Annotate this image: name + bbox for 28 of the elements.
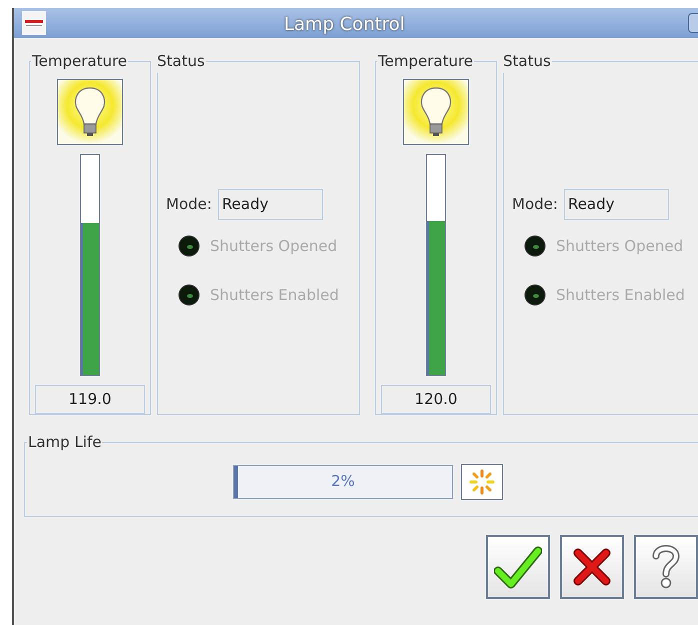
mode-field: Ready [218,188,323,220]
indicator-label: Shutters Opened [210,236,338,256]
indicator-label: Shutters Opened [556,236,684,256]
lamp-button[interactable] [403,78,470,144]
cancel-button[interactable] [560,535,624,599]
group-label: Status [156,51,206,72]
close-icon [572,547,612,587]
temperature-reading: 119.0 [35,384,145,414]
question-mark-icon [650,544,682,590]
group-label: Temperature [377,51,474,72]
indicator-label: Shutters Enabled [556,285,685,306]
group-label: Temperature [31,51,128,72]
mode-label: Mode: [166,194,212,215]
sun-icon [468,468,496,496]
group-label: Lamp Life [27,432,102,453]
indicator-label: Shutters Enabled [210,285,339,306]
mode-field: Ready [564,188,669,220]
group-label: Status [502,51,552,72]
mode-label: Mode: [512,194,558,215]
ok-button[interactable] [486,535,550,599]
lamp-button[interactable] [57,78,123,144]
lamp-life-reading: 2% [331,471,355,492]
temperature-reading: 120.0 [381,384,492,414]
check-icon [494,545,542,589]
logo-icon [22,11,46,35]
reset-button[interactable] [461,464,503,500]
window-title: Lamp Control [284,13,405,37]
help-button[interactable] [634,535,698,599]
